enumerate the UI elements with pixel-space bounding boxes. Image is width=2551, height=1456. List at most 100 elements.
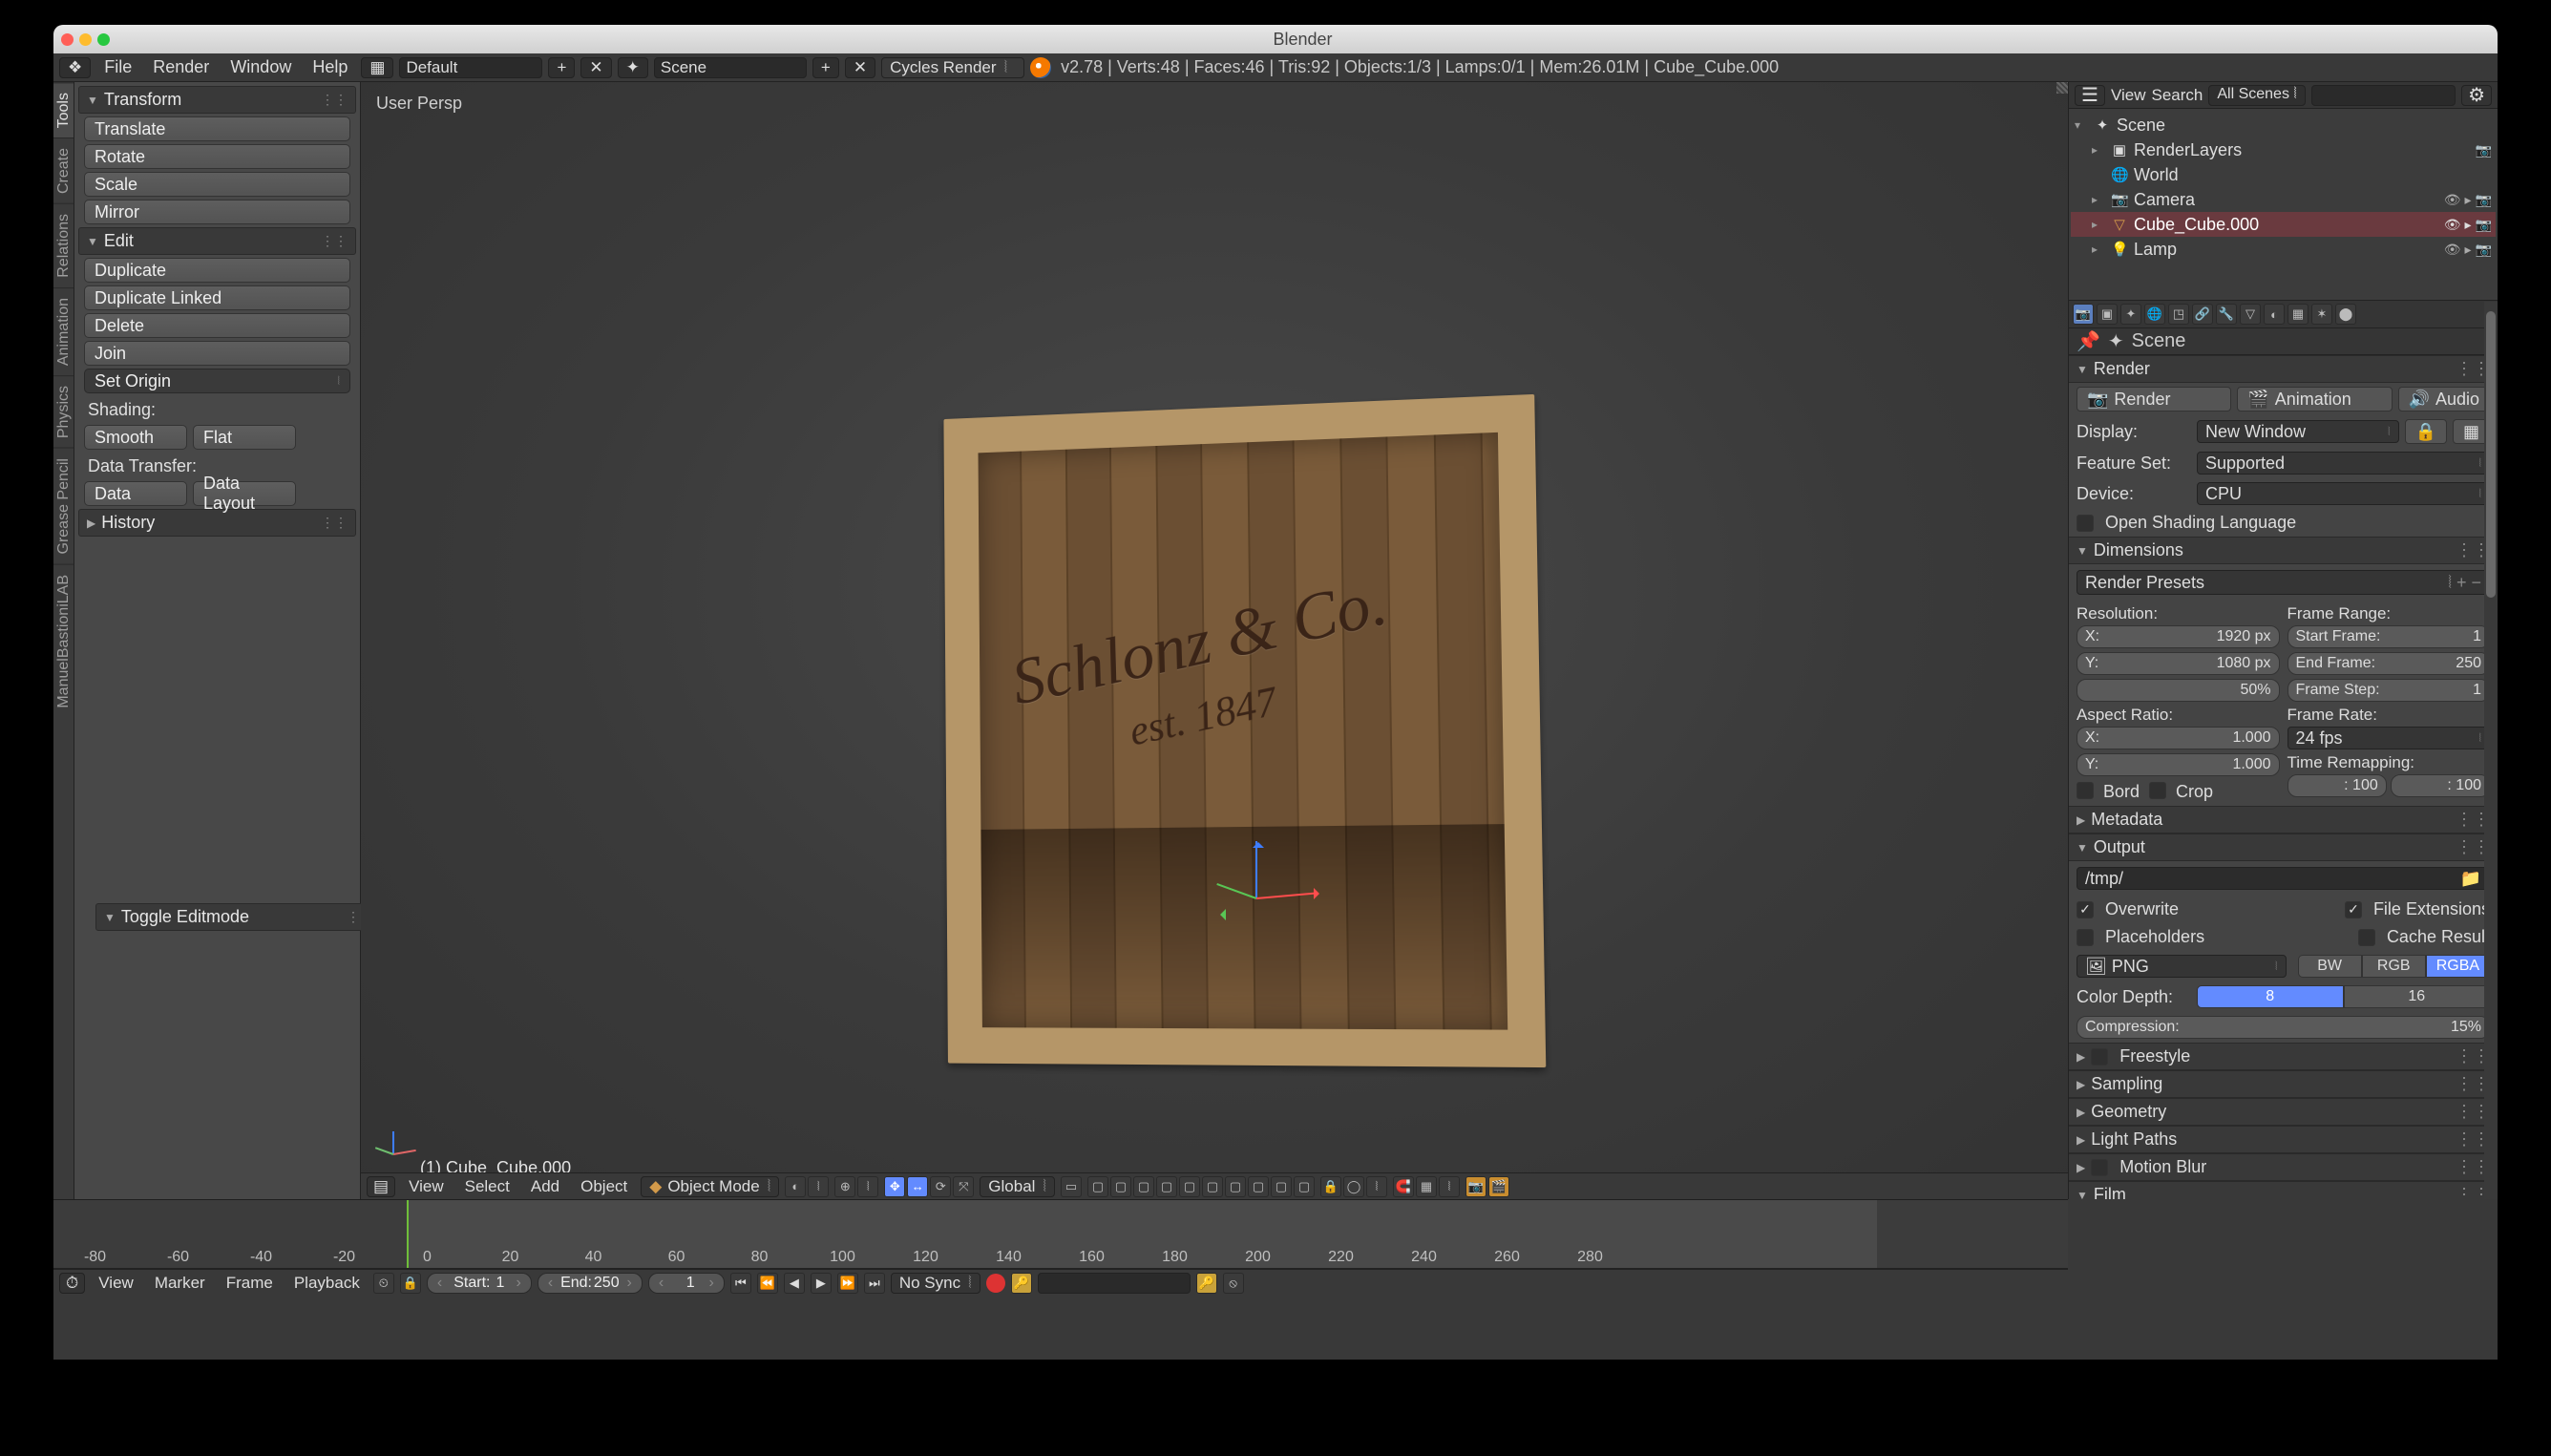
blender-icon[interactable]: ❖	[59, 57, 91, 78]
cache-check[interactable]	[2358, 929, 2375, 946]
properties-scrollbar[interactable]	[2484, 302, 2498, 1199]
tree-renderlayers[interactable]: ▸▣RenderLayers📷	[2071, 137, 2496, 162]
tl-menu-marker[interactable]: Marker	[147, 1274, 213, 1293]
set-origin-select[interactable]: Set Origin	[84, 369, 350, 393]
depth-16-button[interactable]: 16	[2344, 985, 2491, 1008]
play-reverse-icon[interactable]: ◀	[784, 1273, 805, 1294]
manipulator-scale-icon[interactable]: ⤧	[953, 1176, 974, 1197]
tl-menu-playback[interactable]: Playback	[286, 1274, 368, 1293]
tree-world[interactable]: 🌐World	[2071, 162, 2496, 187]
ctx-texture-icon[interactable]: ▦	[2287, 304, 2309, 325]
depth-8-button[interactable]: 8	[2197, 985, 2344, 1008]
feature-select[interactable]: Supported	[2197, 452, 2490, 475]
jump-next-key-icon[interactable]: ⏩	[837, 1273, 858, 1294]
timeline-ruler[interactable]: -80-60-40-200204060801001201401601802002…	[53, 1200, 2068, 1269]
timeline-editor-type-icon[interactable]: ⏱	[59, 1273, 85, 1294]
lock-camera-icon[interactable]: 🔒	[1320, 1176, 1341, 1197]
scrollbar-thumb[interactable]	[2486, 311, 2496, 598]
zoom-window-icon[interactable]	[97, 33, 110, 46]
translate-button[interactable]: Translate	[84, 116, 350, 141]
flat-button[interactable]: Flat	[193, 425, 296, 450]
start-frame-field[interactable]: Start:1	[427, 1273, 532, 1294]
frame-step-prop[interactable]: Frame Step:1	[2287, 679, 2491, 702]
scale-button[interactable]: Scale	[84, 172, 350, 197]
manipulator-toggle-icon[interactable]: ✥	[884, 1176, 905, 1197]
section-dimensions[interactable]: Dimensions⋮⋮	[2069, 537, 2498, 564]
ctx-particles-icon[interactable]: ✶	[2311, 304, 2332, 325]
tab-animation[interactable]: Animation	[53, 287, 74, 375]
ctx-renderlayers-icon[interactable]: ▣	[2097, 304, 2118, 325]
aspect-x-field[interactable]: X:1.000	[2077, 727, 2280, 749]
render-presets-select[interactable]: Render Presets⦚ + −	[2077, 570, 2490, 595]
insert-keyframe-icon[interactable]: 🔑	[1196, 1273, 1217, 1294]
shading-sphere-icon[interactable]: ◐	[785, 1176, 806, 1197]
delete-button[interactable]: Delete	[84, 313, 350, 338]
section-freestyle[interactable]: Freestyle⋮⋮	[2069, 1043, 2498, 1070]
auto-keyframe-icon[interactable]	[986, 1274, 1005, 1293]
opengl-render-icon[interactable]: 📷	[1465, 1176, 1486, 1197]
output-path-field[interactable]: /tmp/📁	[2077, 867, 2490, 890]
data-button[interactable]: Data	[84, 481, 187, 506]
ctx-data-icon[interactable]: ▽	[2240, 304, 2261, 325]
ctx-modifiers-icon[interactable]: 🔧	[2216, 304, 2237, 325]
panel-last-op[interactable]: Toggle Editmode⋮⋮	[95, 903, 382, 931]
outliner-view-menu[interactable]: View	[2111, 86, 2146, 105]
tl-menu-view[interactable]: View	[91, 1274, 141, 1293]
manipulator-rotate-icon[interactable]: ⟳	[930, 1176, 951, 1197]
orientation-select[interactable]: Global⦚	[980, 1176, 1055, 1197]
gizmo-z-axis[interactable]	[1255, 841, 1257, 898]
aspect-y-field[interactable]: Y:1.000	[2077, 753, 2280, 776]
bw-button[interactable]: BW	[2298, 955, 2362, 978]
tl-menu-frame[interactable]: Frame	[219, 1274, 281, 1293]
section-render[interactable]: Render⋮⋮	[2069, 355, 2498, 383]
add-layout-button[interactable]: +	[548, 57, 575, 78]
tree-scene[interactable]: ▾✦Scene	[2071, 113, 2496, 137]
render-engine-select[interactable]: Cycles Render⦚	[881, 57, 1024, 78]
proportional-menu-icon[interactable]: ⦚	[1366, 1176, 1387, 1197]
manipulator-translate-icon[interactable]: ↔	[907, 1176, 928, 1197]
outliner-search-menu[interactable]: Search	[2151, 86, 2203, 105]
compression-field[interactable]: Compression:15%	[2077, 1016, 2490, 1039]
display-select[interactable]: New Window	[2197, 420, 2399, 443]
snap-target-icon[interactable]: ⦚	[1439, 1176, 1460, 1197]
ctx-scene-icon[interactable]: ✦	[2120, 304, 2141, 325]
remap-old-field[interactable]: : 100	[2287, 774, 2387, 797]
shading-menu-icon[interactable]: ⦚	[808, 1176, 829, 1197]
tree-camera[interactable]: ▸📷Camera👁▸📷	[2071, 187, 2496, 212]
folder-icon[interactable]: 📁	[2460, 869, 2481, 889]
outliner-filter-icon[interactable]: ⚙	[2461, 85, 2492, 106]
scene-select[interactable]: Scene	[654, 57, 807, 78]
ctx-object-icon[interactable]: ◳	[2168, 304, 2189, 325]
rgb-button[interactable]: RGB	[2362, 955, 2426, 978]
sync-mode-select[interactable]: No Sync⦚	[891, 1273, 980, 1294]
crop-check[interactable]	[2149, 782, 2166, 799]
crate-mesh[interactable]: Schlonz & Co. est. 1847	[943, 394, 1546, 1067]
close-window-icon[interactable]	[61, 33, 74, 46]
ctx-material-icon[interactable]: ◐	[2264, 304, 2285, 325]
osl-check[interactable]	[2077, 515, 2094, 532]
jump-prev-key-icon[interactable]: ⏪	[757, 1273, 778, 1294]
tab-physics[interactable]: Physics	[53, 375, 74, 448]
mode-select[interactable]: ◆Object Mode⦚	[641, 1176, 779, 1197]
motion-blur-check[interactable]	[2091, 1159, 2108, 1176]
section-film[interactable]: Film⋮⋮	[2069, 1181, 2498, 1199]
freestyle-check[interactable]	[2091, 1048, 2108, 1066]
proportional-icon[interactable]: ◯	[1343, 1176, 1364, 1197]
file-format-select[interactable]: 🖼 PNG	[2077, 955, 2287, 978]
menu-file[interactable]: File	[96, 57, 139, 77]
end-frame-field[interactable]: End:250	[538, 1273, 643, 1294]
delete-keyframe-icon[interactable]: ⦸	[1223, 1273, 1244, 1294]
ctx-physics-icon[interactable]: ⬤	[2335, 304, 2356, 325]
remap-new-field[interactable]: : 100	[2391, 774, 2490, 797]
screen-layout-icon[interactable]: ▦	[361, 57, 393, 78]
tab-relations[interactable]: Relations	[53, 203, 74, 287]
section-motion-blur[interactable]: Motion Blur⋮⋮	[2069, 1153, 2498, 1181]
res-x-field[interactable]: X:1920 px	[2077, 625, 2280, 648]
vp-menu-object[interactable]: Object	[573, 1177, 635, 1196]
res-y-field[interactable]: Y:1080 px	[2077, 652, 2280, 675]
vp-menu-add[interactable]: Add	[523, 1177, 567, 1196]
smooth-button[interactable]: Smooth	[84, 425, 187, 450]
menu-render[interactable]: Render	[145, 57, 217, 77]
ctx-constraints-icon[interactable]: 🔗	[2192, 304, 2213, 325]
transform-gizmo[interactable]	[1218, 859, 1295, 936]
